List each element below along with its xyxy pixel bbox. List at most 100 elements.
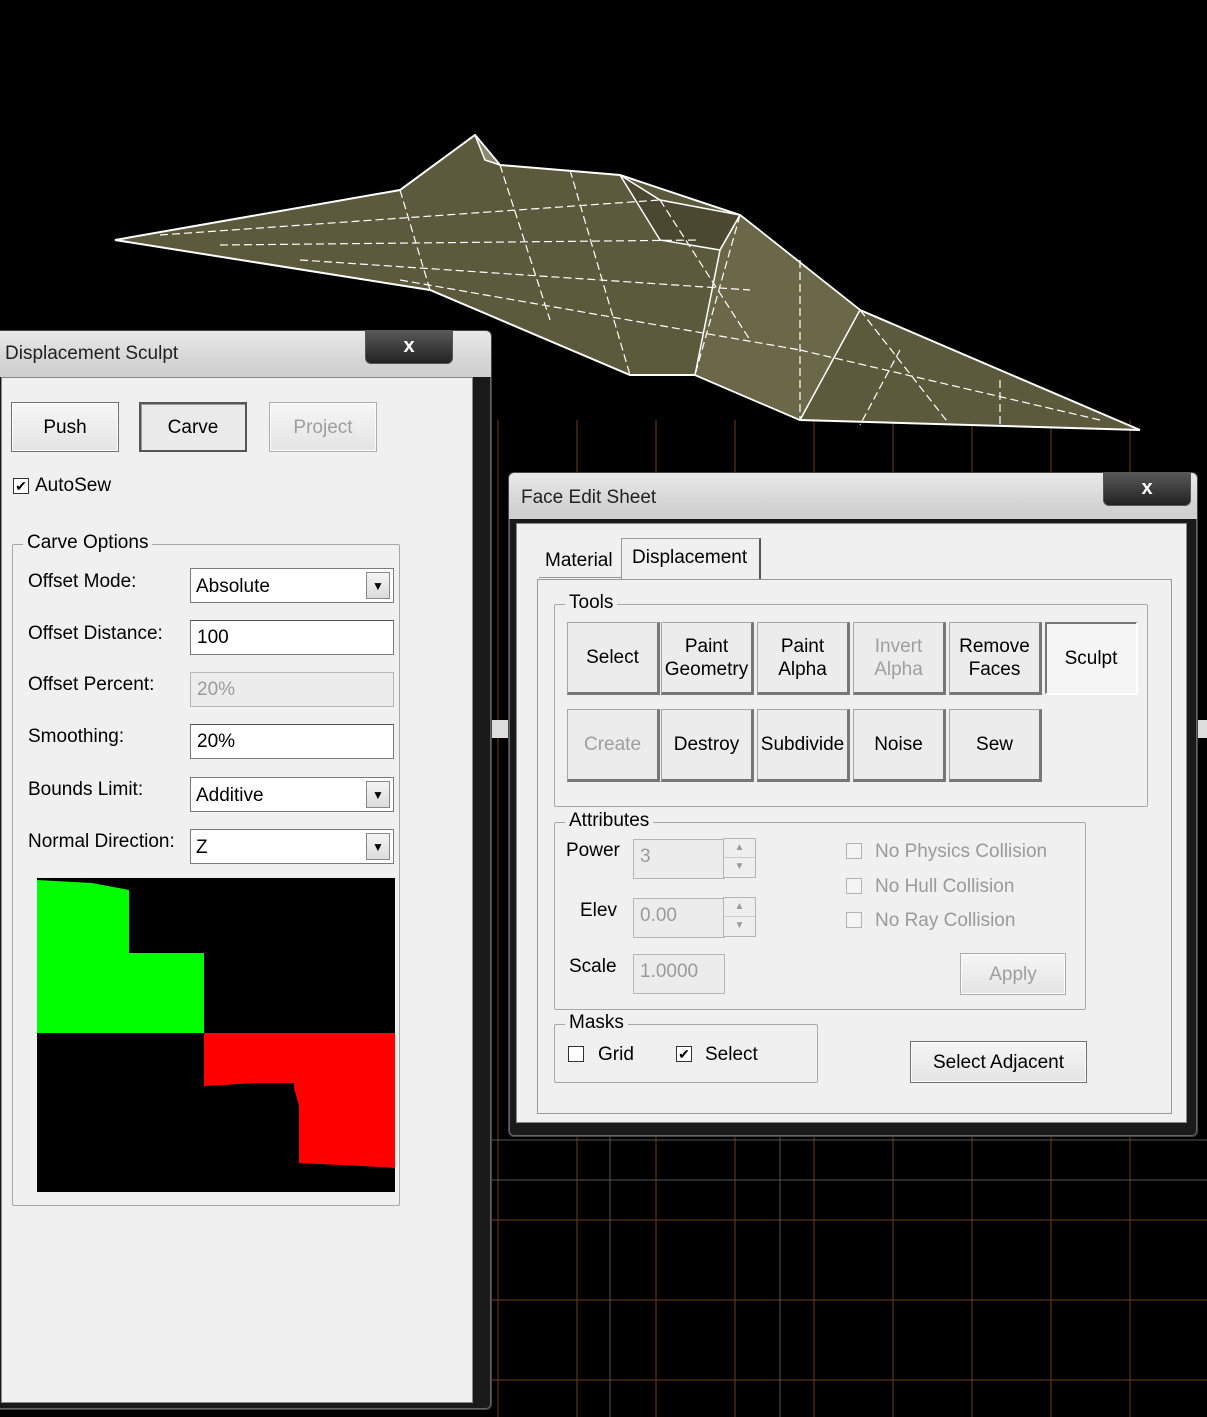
tool-paint-geometry-line2: Geometry [664, 658, 749, 680]
tool-paint-geometry-line1: Paint [684, 635, 729, 657]
tool-invert-alpha-line1: Invert [874, 635, 923, 657]
masks-group-label: Masks [565, 1012, 628, 1034]
tool-select-label: Select [586, 647, 639, 668]
spinner-down-icon[interactable]: ▼ [724, 858, 755, 877]
sculpt-falloff-preview[interactable] [37, 878, 395, 1192]
spinner-down-icon[interactable]: ▼ [724, 917, 755, 936]
no-physics-collision-checkbox[interactable] [846, 843, 862, 859]
mask-grid-checkbox[interactable] [568, 1046, 584, 1062]
project-button[interactable]: Project [269, 402, 377, 452]
spinner-up-icon[interactable]: ▲ [724, 839, 755, 858]
smoothing-field[interactable]: 20% [190, 724, 394, 759]
no-hull-collision-label: No Hull Collision [875, 876, 1015, 897]
spinner-up-icon[interactable]: ▲ [724, 898, 755, 917]
bounds-limit-label: Bounds Limit: [28, 779, 144, 800]
displacement-sculpt-window: Displacement Sculpt x Push Carve Project… [0, 330, 492, 1410]
tab-material[interactable]: Material [539, 546, 621, 578]
power-label: Power [566, 840, 620, 861]
tool-remove-faces-label: Remove Faces [959, 635, 1030, 681]
project-button-label: Project [293, 416, 353, 438]
tool-remove-faces-line1: Remove [959, 635, 1030, 657]
offset-percent-label: Offset Percent: [28, 674, 155, 695]
tool-paint-geometry-button[interactable]: Paint Geometry [661, 622, 754, 695]
tool-remove-faces-button[interactable]: Remove Faces [949, 622, 1042, 695]
tool-paint-alpha-button[interactable]: Paint Alpha [757, 622, 850, 695]
apply-button-label: Apply [989, 963, 1037, 985]
power-spinner[interactable]: ▲ ▼ [723, 838, 756, 878]
tool-create-button[interactable]: Create [567, 709, 660, 782]
mask-grid-label: Grid [598, 1044, 634, 1065]
normal-direction-select[interactable]: Z ▼ [190, 829, 394, 864]
mask-select-label: Select [705, 1044, 758, 1065]
tool-paint-alpha-line2: Alpha [778, 658, 827, 680]
no-physics-collision-label: No Physics Collision [875, 841, 1048, 862]
tool-paint-alpha-line1: Paint [780, 635, 825, 657]
tool-subdivide-label: Subdivide [760, 734, 845, 755]
viewport-divider-left[interactable] [490, 720, 510, 738]
carve-button-label: Carve [167, 416, 219, 438]
tool-sew-button[interactable]: Sew [949, 709, 1042, 782]
tool-paint-geometry-label: Paint Geometry [665, 635, 748, 681]
tool-noise-label: Noise [874, 734, 923, 755]
push-button[interactable]: Push [11, 402, 119, 452]
chevron-down-icon[interactable]: ▼ [366, 833, 390, 860]
no-hull-collision-checkbox[interactable] [846, 878, 862, 894]
tool-invert-alpha-line2: Alpha [874, 658, 923, 680]
tool-create-label: Create [583, 734, 642, 755]
smoothing-label: Smoothing: [28, 726, 125, 747]
mask-select-checkbox[interactable]: ✔ [676, 1046, 692, 1062]
scale-field[interactable]: 1.0000 [633, 954, 725, 994]
elev-field[interactable]: 0.00 [633, 898, 725, 938]
face-edit-titlebar[interactable]: Face Edit Sheet x [509, 472, 1197, 519]
select-adjacent-label: Select Adjacent [933, 1051, 1064, 1073]
carve-options-label: Carve Options [23, 532, 153, 554]
normal-direction-label: Normal Direction: [28, 831, 175, 852]
tool-select-button[interactable]: Select [567, 622, 660, 695]
elev-spinner[interactable]: ▲ ▼ [723, 897, 756, 937]
power-field[interactable]: 3 [633, 839, 725, 879]
elev-label: Elev [580, 900, 617, 921]
tool-noise-button[interactable]: Noise [853, 709, 946, 782]
offset-percent-field[interactable]: 20% [190, 672, 394, 707]
tool-sew-label: Sew [976, 734, 1013, 755]
autosew-label: AutoSew [35, 475, 112, 496]
face-edit-client-area: Material Displacement Tools Select Paint… [516, 523, 1187, 1123]
tool-remove-faces-line2: Faces [968, 658, 1021, 680]
bounds-limit-select[interactable]: Additive ▼ [190, 777, 394, 812]
select-adjacent-button[interactable]: Select Adjacent [910, 1041, 1087, 1083]
tool-paint-alpha-label: Paint Alpha [778, 635, 827, 681]
tool-invert-alpha-button[interactable]: Invert Alpha [853, 622, 946, 695]
push-button-label: Push [43, 416, 87, 438]
normal-direction-value: Z [196, 837, 208, 858]
sculpt-titlebar[interactable]: Displacement Sculpt x [0, 330, 491, 377]
tool-invert-alpha-label: Invert Alpha [874, 635, 923, 681]
chevron-down-icon[interactable]: ▼ [366, 781, 390, 808]
face-edit-close-button[interactable]: x [1103, 472, 1191, 506]
close-icon: x [1141, 477, 1153, 499]
offset-mode-select[interactable]: Absolute ▼ [190, 568, 394, 603]
apply-button[interactable]: Apply [960, 953, 1066, 995]
no-ray-collision-label: No Ray Collision [875, 910, 1016, 931]
sculpt-window-title: Displacement Sculpt [5, 343, 179, 364]
attributes-group-label: Attributes [565, 810, 654, 832]
face-edit-window-title: Face Edit Sheet [521, 487, 657, 508]
sculpt-close-button[interactable]: x [365, 330, 453, 364]
scale-label: Scale [569, 956, 617, 977]
offset-mode-label: Offset Mode: [28, 571, 137, 592]
tool-sculpt-button[interactable]: Sculpt [1045, 622, 1138, 695]
tool-subdivide-button[interactable]: Subdivide [757, 709, 850, 782]
carve-button[interactable]: Carve [139, 402, 247, 452]
chevron-down-icon[interactable]: ▼ [366, 572, 390, 599]
no-ray-collision-checkbox[interactable] [846, 912, 862, 928]
tool-sculpt-label: Sculpt [1064, 647, 1118, 669]
offset-mode-value: Absolute [196, 576, 270, 597]
face-edit-sheet-window: Face Edit Sheet x Material Displacement … [508, 472, 1198, 1137]
offset-distance-field[interactable]: 100 [190, 620, 394, 655]
autosew-checkbox[interactable]: ✔ [13, 478, 29, 494]
tab-displacement-label: Displacement [632, 547, 748, 568]
close-icon: x [403, 335, 415, 357]
tool-destroy-button[interactable]: Destroy [661, 709, 754, 782]
tool-destroy-label: Destroy [673, 734, 740, 755]
tools-group-label: Tools [565, 592, 618, 614]
tab-displacement[interactable]: Displacement [621, 538, 761, 580]
